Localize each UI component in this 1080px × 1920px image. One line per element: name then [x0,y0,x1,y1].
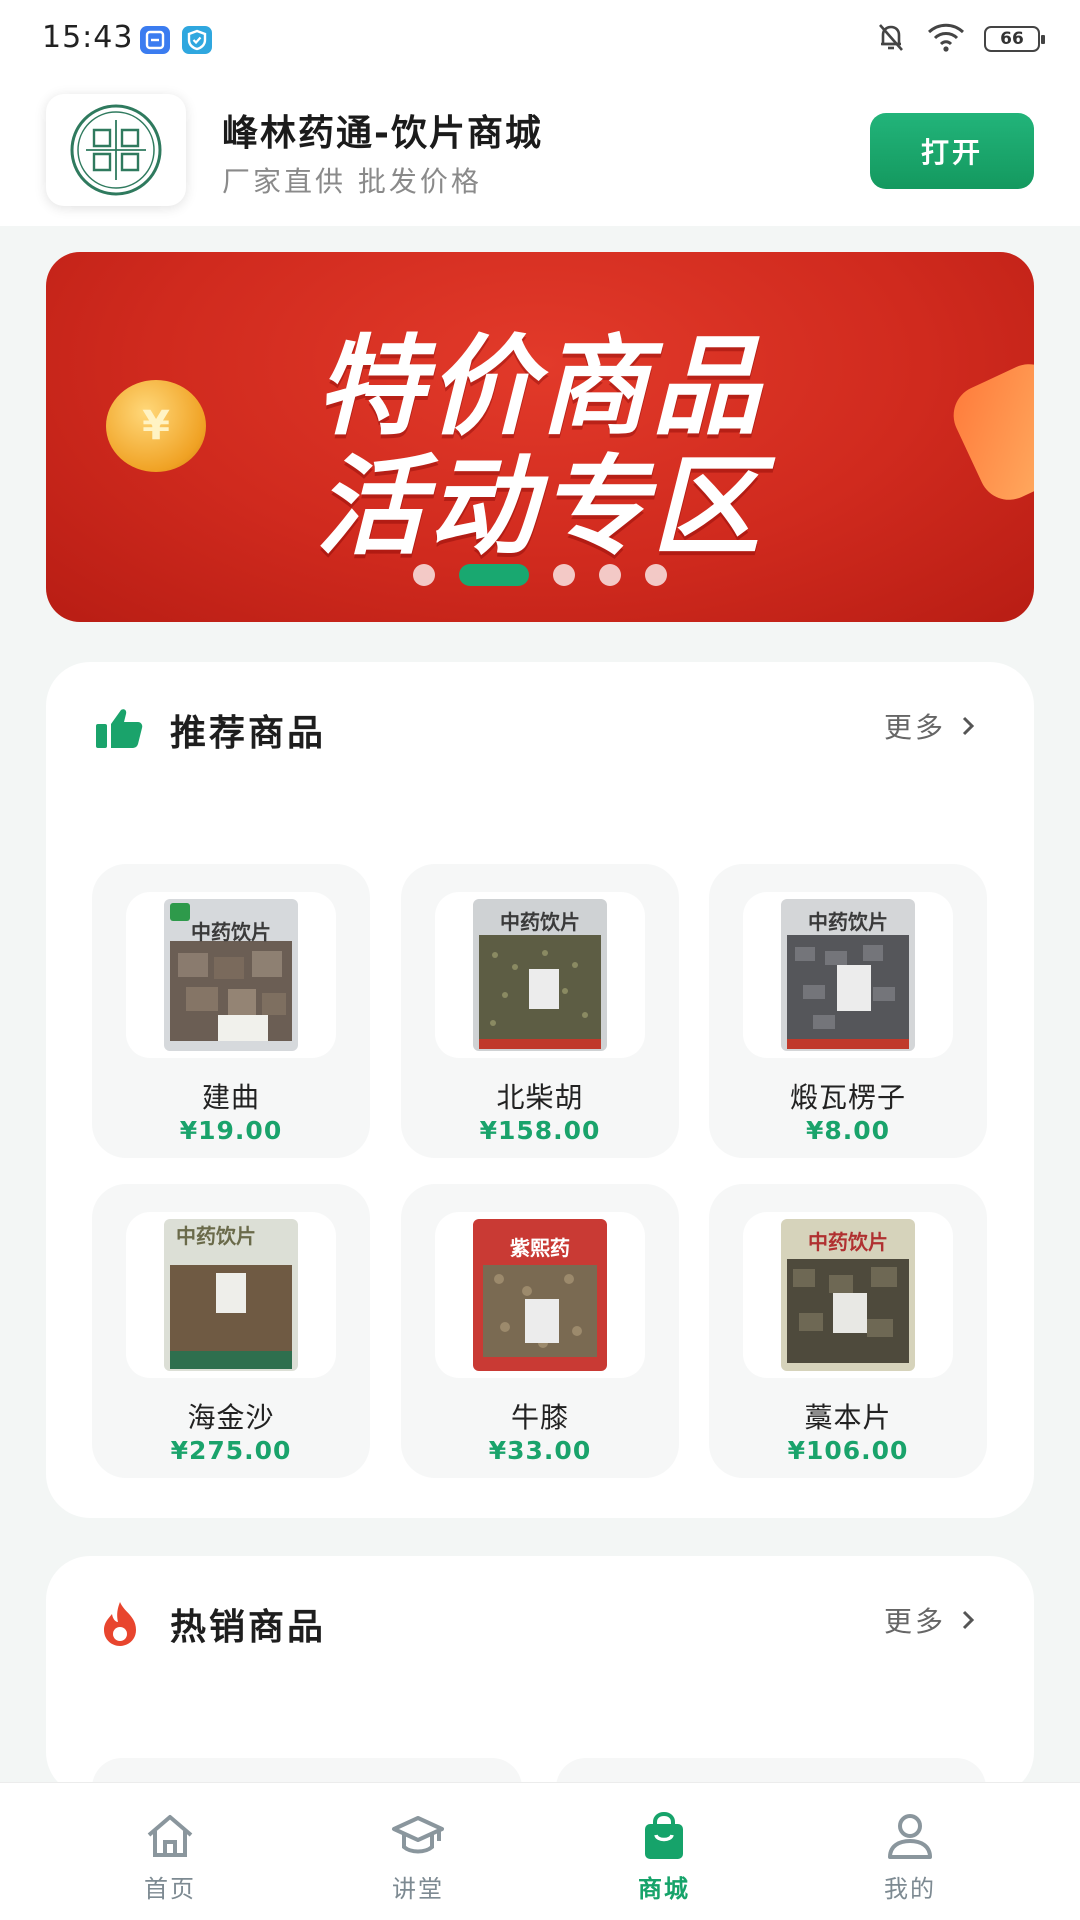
nav-label: 讲堂 [392,1875,444,1903]
app-logo [46,94,186,206]
wifi-icon [926,21,966,57]
product-image: 紫熙药 [435,1212,645,1378]
product-card[interactable]: 中药饮片 煅瓦楞子 ¥8.00 [709,864,987,1158]
status-time: 15:43 [42,20,134,55]
product-card[interactable]: 中药饮片 北柴胡 ¥158.00 [401,864,679,1158]
product-price: ¥275.00 [170,1436,292,1465]
product-card[interactable]: 中药饮片 建曲 ¥19.00 [92,864,370,1158]
product-image: 中药饮片 [126,1212,336,1378]
section-title: 热销商品 [170,1607,327,1648]
package-label: 紫熙药 [510,1236,570,1260]
more-link[interactable]: 更多 [884,706,976,746]
product-image: 中药饮片 [743,892,953,1058]
chevron-right-icon [962,716,975,736]
notification-off-icon [874,20,908,58]
app-name: 峰林药通-饮片商城 [222,113,543,154]
more-link[interactable]: 更多 [884,1600,976,1640]
nav-mall[interactable]: 商城 [584,1783,744,1920]
product-price: ¥158.00 [479,1116,601,1145]
recommended-section: 推荐商品 更多 中药饮片 建曲 ¥19.00 中药饮片 北柴胡 ¥158.00 … [46,662,1034,1518]
thumbs-up-icon [94,704,146,756]
product-image: 中药饮片 [435,892,645,1058]
product-name: 牛膝 [510,1401,569,1434]
shield-icon [182,26,212,54]
section-title: 推荐商品 [170,713,327,754]
product-price: ¥8.00 [805,1116,891,1145]
product-card[interactable]: 中药饮片 藁本片 ¥106.00 [709,1184,987,1478]
product-name: 海金沙 [187,1401,275,1434]
shopping-bag-icon [637,1811,691,1861]
open-app-button[interactable]: 打开 [870,113,1034,189]
carousel-dot[interactable] [645,564,667,586]
nav-home[interactable]: 首页 [90,1783,250,1920]
product-card[interactable]: 中药饮片 海金沙 ¥275.00 [92,1184,370,1478]
nav-label: 我的 [884,1875,936,1903]
banner-title-line2: 活动专区 [315,445,764,570]
product-name: 煅瓦楞子 [789,1081,906,1114]
carousel-indicator [46,564,1034,586]
carousel-dot[interactable] [599,564,621,586]
user-icon [883,1811,937,1861]
nav-label: 商城 [638,1875,690,1903]
product-image: 中药饮片 [743,1212,953,1378]
product-card[interactable]: 紫熙药 牛膝 ¥33.00 [401,1184,679,1478]
product-image: 中药饮片 [126,892,336,1058]
promo-banner[interactable]: ¥ 特价商品 活动专区 [46,252,1034,622]
product-name: 建曲 [201,1081,260,1114]
app-promo-header: 峰林药通-饮片商城 厂家直供 批发价格 打开 [0,78,1080,226]
nav-mine[interactable]: 我的 [830,1783,990,1920]
app-slogan: 厂家直供 批发价格 [222,165,482,198]
product-price: ¥106.00 [787,1436,909,1465]
bottom-nav: 首页 讲堂 商城 我的 [0,1782,1080,1920]
flame-icon [94,1598,146,1650]
nav-label: 首页 [144,1875,196,1903]
product-name: 藁本片 [804,1401,892,1434]
battery-level: 66 [1000,29,1024,49]
package-label: 中药饮片 [808,910,888,934]
battery-icon: 66 [984,26,1045,52]
carousel-dot[interactable] [553,564,575,586]
product-price: ¥33.00 [488,1436,592,1465]
product-name: 北柴胡 [496,1081,584,1114]
home-icon [143,1811,197,1861]
status-bar: 15:43 66 [0,0,1080,78]
app-notification-icon [140,26,170,54]
package-label: 中药饮片 [191,920,271,944]
package-label: 中药饮片 [176,1224,256,1248]
hot-sales-section: 热销商品 更多 [46,1556,1034,1818]
chevron-right-icon [962,1610,975,1630]
graduation-cap-icon [391,1811,445,1861]
more-label: 更多 [883,711,946,744]
package-label: 中药饮片 [808,1230,888,1254]
carousel-dot-active[interactable] [459,564,529,586]
nav-lecture[interactable]: 讲堂 [338,1783,498,1920]
package-label: 中药饮片 [500,910,580,934]
carousel-dot[interactable] [413,564,435,586]
product-price: ¥19.00 [179,1116,283,1145]
more-label: 更多 [883,1605,946,1638]
